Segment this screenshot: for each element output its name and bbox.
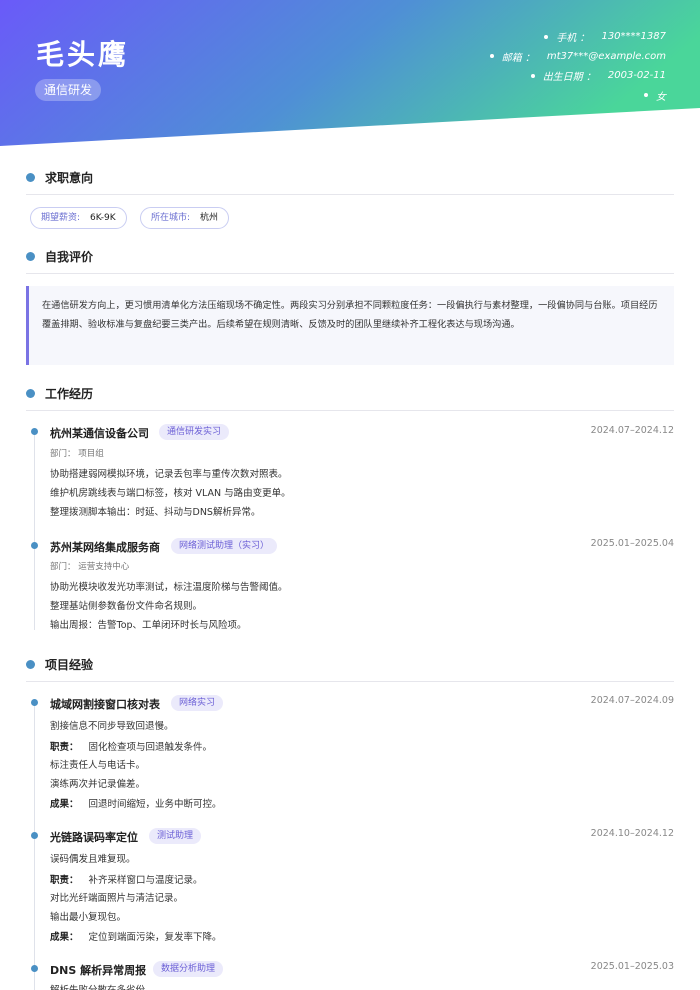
- pill-label: 所在城市:: [151, 213, 191, 223]
- timeline-line: [34, 432, 35, 630]
- result-text: 定位到端面污染，复发率下降。: [88, 932, 222, 943]
- timeline-dot-icon: [31, 428, 38, 435]
- contact-label: 出生日期 ：: [542, 72, 596, 84]
- contact-label: 手机 ：: [556, 33, 590, 45]
- duty-label: 职责：: [50, 875, 79, 886]
- contact-value: 130****1387: [601, 31, 666, 43]
- contact-birthdate: 出生日期 ： 2003-02-11: [490, 66, 666, 86]
- role-badge: 通信研发: [35, 79, 102, 101]
- work-company: 杭州某通信设备公司: [50, 427, 149, 440]
- project-result-line: 成果： 回退时间缩短，业务中断可控。: [50, 796, 222, 810]
- project-role-tag: 网络实习: [171, 695, 224, 711]
- project-name: DNS 解析异常周报: [50, 964, 147, 977]
- pill-value: 6K-9K: [90, 213, 116, 223]
- contact-value: mt37***@example.com: [546, 50, 666, 62]
- timeline-dot-icon: [31, 832, 38, 839]
- section-divider: [26, 273, 674, 274]
- bullet-dot-icon: [544, 34, 549, 39]
- timeline-dot-icon: [31, 542, 38, 549]
- project-role-tag: 测试助理: [149, 828, 202, 844]
- result-label: 成果：: [50, 932, 79, 943]
- contact-label: 邮箱 ：: [501, 52, 535, 64]
- work-detail-line: 协助光模块收发光功率测试，标注温度阶梯与告警阈值。: [50, 582, 288, 593]
- project-description: 解析失败分散在多省份。: [50, 982, 155, 990]
- work-company: 苏州某网络集成服务商: [50, 541, 160, 554]
- work-detail-line: 维护机房跳线表与端口标签，核对 VLAN 与路由变更单。: [50, 488, 291, 499]
- project-duty-line: 标注责任人与电话卡。: [50, 760, 146, 771]
- project-result-line: 成果： 定位到端面污染，复发率下降。: [50, 929, 222, 943]
- contact-value: 女: [656, 91, 666, 103]
- project-name: 城域网割接窗口核对表: [50, 698, 160, 711]
- project-duty-line: 输出最小复现包。: [50, 912, 127, 923]
- section-divider: [26, 410, 674, 411]
- section-bullet-icon: [26, 659, 35, 669]
- section-title-summary: 自我评价: [26, 246, 93, 266]
- bullet-dot-icon: [644, 93, 648, 98]
- duty-text: 补齐采样窗口与温度记录。: [88, 875, 203, 886]
- section-title-text: 工作经历: [45, 386, 94, 401]
- section-title-text: 求职意向: [45, 170, 94, 185]
- intent-salary-pill: 期望薪资: 6K-9K: [30, 207, 127, 229]
- work-date: 2024.07–2024.12: [590, 425, 674, 436]
- project-date: 2025.01–2025.03: [590, 961, 674, 972]
- section-divider: [26, 681, 674, 682]
- section-title-projects: 项目经验: [26, 654, 93, 674]
- self-evaluation-text: 在通信研发方向上，更习惯用清单化方法压缩现场不确定性。两段实习分别承担不同颗粒度…: [26, 286, 674, 365]
- section-bullet-icon: [26, 172, 35, 182]
- pill-label: 期望薪资:: [41, 213, 81, 223]
- result-text: 回退时间缩短，业务中断可控。: [88, 799, 222, 810]
- pill-value: 杭州: [200, 213, 219, 223]
- section-title-text: 项目经验: [45, 657, 94, 672]
- project-role-tag: 数据分析助理: [153, 961, 224, 977]
- bullet-dot-icon: [530, 73, 535, 78]
- contact-value: 2003-02-11: [607, 70, 666, 82]
- section-title-text: 自我评价: [45, 249, 94, 264]
- project-date: 2024.10–2024.12: [590, 828, 674, 839]
- contact-phone: 手机 ： 130****1387: [490, 27, 666, 47]
- resume-header: 毛头鹰 通信研发 手机 ： 130****1387 邮箱 ： mt37***@e…: [0, 0, 700, 150]
- work-detail-line: 输出周报：告警Top、工单闭环时长与风险项。: [50, 620, 247, 631]
- work-role-tag: 通信研发实习: [159, 424, 230, 440]
- project-description: 割接信息不同步导致回退慢。: [50, 721, 174, 732]
- work-date: 2025.01–2025.04: [590, 538, 674, 549]
- section-title-work: 工作经历: [26, 383, 93, 403]
- section-bullet-icon: [26, 388, 35, 398]
- work-detail-line: 协助搭建弱网模拟环境，记录丢包率与重传次数对照表。: [50, 469, 288, 480]
- result-label: 成果：: [50, 799, 79, 810]
- section-title-intent: 求职意向: [26, 167, 93, 187]
- duty-label: 职责：: [50, 742, 79, 753]
- work-detail-line: 整理拨测脚本输出：时延、抖动与DNS解析异常。: [50, 507, 261, 518]
- project-duty-line: 对比光纤端面照片与清洁记录。: [50, 893, 184, 904]
- contact-email: 邮箱 ： mt37***@example.com: [489, 47, 666, 67]
- section-bullet-icon: [26, 251, 35, 261]
- timeline-dot-icon: [31, 965, 38, 972]
- work-department: 部门： 项目组: [50, 449, 104, 459]
- duty-text: 固化检查项与回退触发条件。: [88, 742, 213, 753]
- contact-info: 手机 ： 130****1387 邮箱 ： mt37***@example.co…: [489, 27, 666, 106]
- work-detail-line: 整理基站侧参数备份文件命名规则。: [50, 601, 203, 612]
- intent-city-pill: 所在城市: 杭州: [140, 207, 230, 229]
- project-date: 2024.07–2024.09: [590, 695, 674, 706]
- contact-gender: 女: [490, 86, 666, 106]
- project-duty-line: 演练两次并记录偏差。: [50, 779, 146, 790]
- project-name: 光链路误码率定位: [50, 831, 138, 844]
- project-duty-line: 职责： 固化检查项与回退触发条件。: [50, 739, 212, 753]
- work-department: 部门： 运营支持中心: [50, 562, 130, 572]
- work-role-tag: 网络测试助理（实习）: [171, 538, 278, 554]
- timeline-dot-icon: [31, 699, 38, 706]
- project-duty-line: 职责： 补齐采样窗口与温度记录。: [50, 872, 203, 886]
- timeline-line: [34, 703, 35, 990]
- project-description: 误码偶发且难复现。: [50, 854, 136, 865]
- bullet-dot-icon: [489, 54, 494, 59]
- section-divider: [26, 194, 674, 195]
- candidate-name: 毛头鹰: [36, 38, 130, 71]
